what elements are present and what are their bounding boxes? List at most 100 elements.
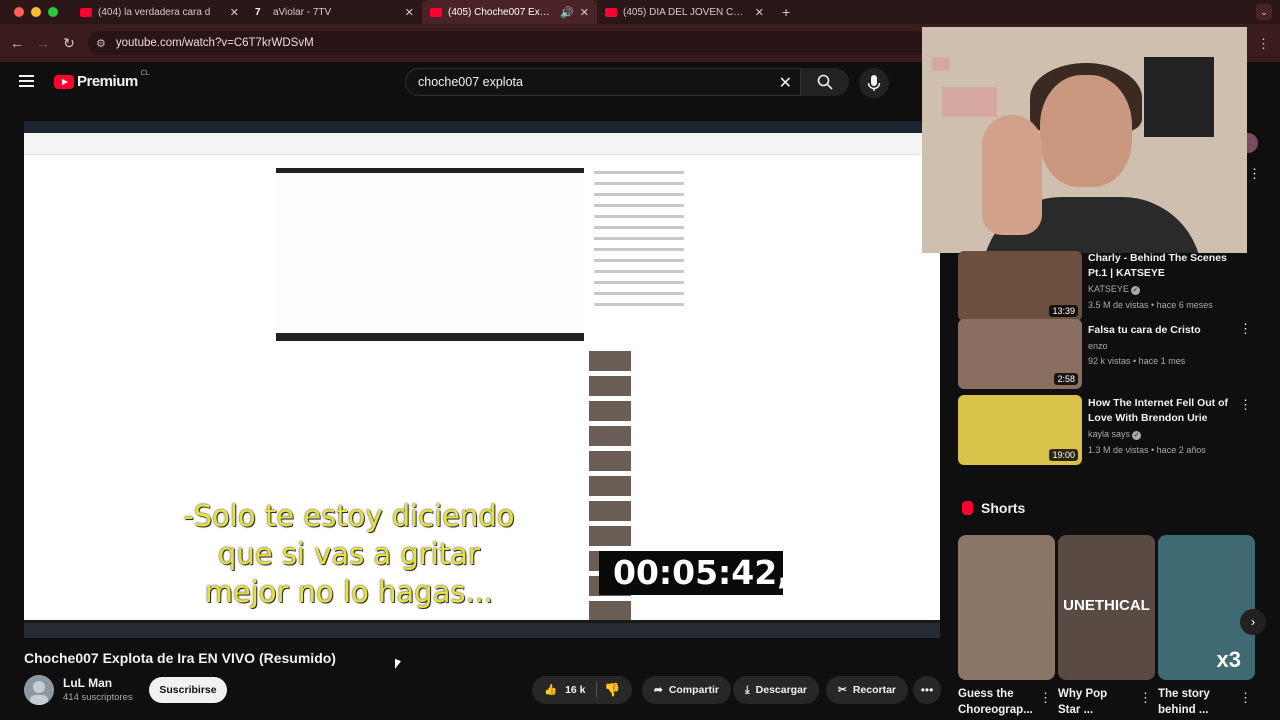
country-code: CL (140, 70, 150, 77)
short-thumbnail[interactable] (958, 535, 1055, 680)
microphone-icon (867, 75, 881, 91)
video-thumbnail[interactable]: 19:00 (958, 395, 1082, 465)
short-title[interactable]: Guess the Choreograp... (958, 686, 1042, 718)
search-input[interactable]: choche007 explota ✕ (405, 68, 801, 96)
close-tab-icon[interactable]: ✕ (230, 6, 239, 19)
channel-name[interactable]: LuL Man (63, 676, 112, 690)
maximize-window-button[interactable] (48, 7, 58, 17)
short-title-line: Star ... (1058, 704, 1094, 716)
reload-icon[interactable]: ↻ (56, 35, 82, 52)
close-tab-icon[interactable]: ✕ (755, 6, 764, 19)
youtube-favicon-icon (430, 7, 442, 17)
duration-badge: 13:39 (1049, 305, 1078, 317)
video-title[interactable]: Falsa tu cara de Cristo (1088, 323, 1238, 338)
wall-poster (932, 57, 950, 71)
video-title[interactable]: Charly - Behind The Scenes (1088, 251, 1238, 266)
recommendation-item[interactable]: 19:00 How The Internet Fell Out of Love … (958, 395, 1258, 465)
browser-tab[interactable]: (404) la verdadera cara d ✕ (72, 0, 247, 24)
recommendation-item[interactable]: 2:58 Falsa tu cara de Cristo enzo 92 k v… (958, 319, 1258, 389)
channel-name[interactable]: enzo (1088, 341, 1238, 351)
thumbs-up-icon: 👍 (544, 684, 558, 696)
more-options-icon[interactable]: ⋮ (1239, 397, 1252, 413)
duration-badge: 2:58 (1054, 373, 1078, 385)
thumbs-down-icon: 👎 (604, 682, 621, 697)
search-button[interactable] (801, 68, 849, 96)
video-meta: 3.5 M de vistas • hace 6 meses (1088, 300, 1213, 310)
subscribe-button[interactable]: Suscribirse (149, 677, 227, 703)
video-frame-chat (594, 171, 684, 331)
short-thumbnail[interactable]: x3 (1158, 535, 1255, 680)
speaker-icon[interactable]: 🔊 (560, 6, 574, 19)
tab-title: (405) Choche007 Explota (448, 6, 555, 18)
close-tab-icon[interactable]: ✕ (405, 6, 414, 19)
tab-search-chevron-icon[interactable]: ⌄ (1256, 4, 1272, 20)
share-icon: ➦ (654, 684, 663, 696)
short-thumbnail[interactable]: UNETHICAL (1058, 535, 1155, 680)
logo-text: Premium (77, 73, 138, 90)
shorts-title: Shorts (981, 500, 1026, 516)
channel-name[interactable]: kayla says (1088, 429, 1130, 439)
shorts-next-chevron-icon[interactable]: › (1240, 609, 1266, 635)
like-button[interactable]: 👍 16 k (544, 683, 586, 697)
dislike-button[interactable]: 👎 (604, 682, 620, 698)
more-options-icon[interactable]: ⋮ (1039, 690, 1052, 706)
browser-tab-active[interactable]: (405) Choche007 Explota 🔊 ✕ (422, 0, 597, 24)
download-icon: ⤓ (745, 683, 750, 696)
recommendation-item[interactable]: 13:39 Charly - Behind The Scenes Pt.1 | … (958, 251, 1258, 321)
short-caption: x3 (1216, 647, 1241, 672)
clip-button[interactable]: ✂ Recortar (826, 676, 908, 704)
new-tab-button[interactable]: + (782, 4, 790, 20)
short-title-line: Guess the (958, 688, 1014, 700)
video-title[interactable]: How The Internet Fell Out of (1088, 396, 1238, 411)
subtitle-line: -Solo te estoy diciendo (183, 499, 515, 533)
browser-menu-icon[interactable]: ⋮ (1257, 36, 1270, 52)
more-options-icon[interactable]: ⋮ (1139, 690, 1152, 706)
clear-search-icon[interactable]: ✕ (779, 73, 792, 93)
site-settings-icon[interactable]: ⚙ (96, 37, 106, 50)
channel-avatar-image (24, 675, 54, 705)
shorts-icon (962, 501, 973, 515)
short-title[interactable]: The story behind ... (1158, 686, 1242, 718)
video-title: Choche007 Explota de Ira EN VIVO (Resumi… (24, 650, 336, 666)
close-window-button[interactable] (14, 7, 24, 17)
minimize-window-button[interactable] (31, 7, 41, 17)
menu-icon[interactable] (19, 75, 34, 87)
share-button[interactable]: ➦ Compartir (642, 676, 731, 704)
channel-avatar[interactable] (24, 675, 54, 705)
video-title[interactable]: Pt.1 | KATSEYE (1088, 266, 1238, 281)
close-tab-icon[interactable]: ✕ (580, 6, 589, 19)
browser-tab[interactable]: (405) DIA DEL JOVEN COMB ✕ (597, 0, 772, 24)
more-options-icon[interactable]: ⋮ (1239, 690, 1252, 706)
search-value: choche007 explota (418, 75, 523, 89)
video-thumbnail[interactable]: 13:39 (958, 251, 1082, 321)
person-face (1040, 75, 1132, 187)
more-options-icon[interactable]: ⋮ (1239, 321, 1252, 337)
more-options-icon[interactable]: ⋮ (1248, 166, 1261, 182)
video-frame-taskbar (24, 623, 940, 638)
video-meta: 92 k vistas • hace 1 mes (1088, 356, 1186, 366)
video-title[interactable]: Love With Brendon Urie (1088, 411, 1238, 426)
video-frame-bookmarks (24, 133, 940, 155)
download-button[interactable]: ⤓ Descargar (733, 676, 820, 704)
video-subtitle: -Solo te estoy diciendo que si vas a gri… (124, 497, 574, 611)
youtube-favicon-icon (80, 7, 92, 17)
more-actions-button[interactable]: ••• (913, 676, 941, 704)
address-bar[interactable]: ⚙ youtube.com/watch?v=C6T7krWDSvM (88, 31, 928, 55)
window-controls (14, 7, 58, 17)
browser-tab[interactable]: 7 aViolar - 7TV ✕ (247, 0, 422, 24)
like-count: 16 k (565, 683, 586, 696)
clip-label: Recortar (852, 684, 896, 696)
back-arrow-icon[interactable]: ← (4, 35, 30, 51)
short-title-line: The story (1158, 688, 1210, 700)
youtube-premium-logo[interactable]: Premium CL (54, 70, 150, 90)
short-title-line: Why Pop (1058, 688, 1108, 700)
url-text: youtube.com/watch?v=C6T7krWDSvM (115, 37, 314, 49)
video-thumbnail[interactable]: 2:58 (958, 319, 1082, 389)
forward-arrow-icon[interactable]: → (30, 35, 56, 51)
short-caption: UNETHICAL (1063, 597, 1150, 614)
short-title[interactable]: Why Pop Star ... (1058, 686, 1142, 718)
channel-name[interactable]: KATSEYE (1088, 284, 1129, 294)
more-horizontal-icon: ••• (920, 683, 934, 697)
video-player[interactable]: -Solo te estoy diciendo que si vas a gri… (24, 121, 940, 638)
voice-search-button[interactable] (859, 68, 889, 98)
